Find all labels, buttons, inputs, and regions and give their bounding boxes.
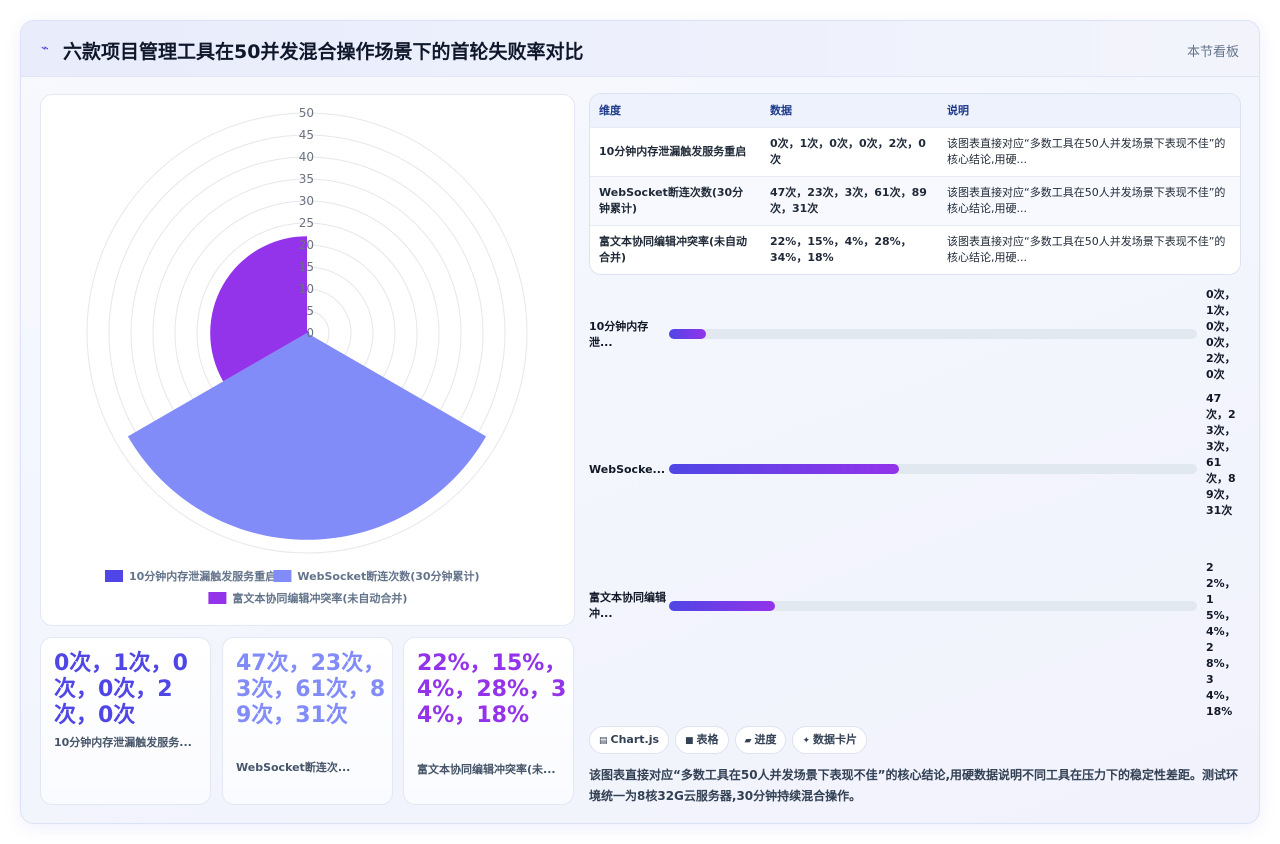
stat-label: 10分钟内存泄漏触发服务... xyxy=(54,736,192,749)
polar-segment xyxy=(127,333,487,540)
chip-label: Chart.js xyxy=(610,733,660,746)
chip-chartjs[interactable]: ▤ Chart.js xyxy=(589,726,670,754)
radial-tick-label: 0 xyxy=(306,326,314,340)
stat-label: 富文本协同编辑冲突率(未... xyxy=(417,763,556,776)
progress-label: 10分钟内存泄... xyxy=(589,320,649,349)
chip-data-card[interactable]: ✦ 数据卡片 xyxy=(792,726,868,754)
progress-fill xyxy=(669,329,706,339)
table-cell: 47次，23次，3次，61次，89次，31次 xyxy=(761,176,938,226)
progress-value: 47次，23次，3次，61次，89次，31次 xyxy=(1206,392,1236,517)
table-header-row: 维度 数据 说明 xyxy=(590,94,1240,128)
progress-value: 22%，15%，4%，28%，34%，18% xyxy=(1206,561,1236,718)
progress-track xyxy=(669,601,1197,611)
column-header: 维度 xyxy=(590,94,761,128)
chip-label: 数据卡片 xyxy=(813,733,858,746)
radial-tick-label: 30 xyxy=(299,194,314,208)
polar-chart-panel: 0 5 10 15 20 25 30 35 40 45 50 10分钟内存泄漏触发服务重启 WebSoc… xyxy=(40,94,575,626)
dashboard-card: ⌁ 六款项目管理工具在50并发混合操作场景下的首轮失败率对比 本节看板 0 5 10… xyxy=(20,20,1260,824)
card-icon: ✦ xyxy=(802,736,811,746)
chart-sparkle-icon: ⌁ xyxy=(41,41,49,56)
data-table: 维度 数据 说明 10分钟内存泄漏触发服务重启 0次，1次，0次，0次，2次，0… xyxy=(589,93,1241,275)
table-cell: 该图表直接对应“多数工具在50人并发场景下表现不佳”的核心结论,用硬... xyxy=(938,127,1240,177)
chart-icon: ▤ xyxy=(599,736,608,746)
legend-label: 10分钟内存泄漏触发服务重启 xyxy=(129,569,276,583)
table-row: 富文本协同编辑冲突率(未自动合并) 22%，15%，4%，28%，34%，18%… xyxy=(590,225,1240,274)
stat-card-memory-leak: 0次，1次，0次，0次，2次，0次 10分钟内存泄漏触发服务... xyxy=(40,637,211,805)
progress-track xyxy=(669,329,1197,339)
progress-value: 0次，1次，0次，0次，2次，0次 xyxy=(1206,288,1236,381)
chip-label: 进度 xyxy=(754,733,777,746)
polar-area-chart: 0 5 10 15 20 25 30 35 40 45 50 10分钟内存泄漏触发服务重启 WebSoc… xyxy=(86,106,528,605)
stat-card-richtext: 22%，15%，4%，28%，34%，18% 富文本协同编辑冲突率(未... xyxy=(403,637,574,805)
radial-tick-label: 15 xyxy=(299,260,314,274)
table-icon: ■ xyxy=(685,736,694,746)
table-cell: 10分钟内存泄漏触发服务重启 xyxy=(590,127,761,177)
radial-tick-label: 45 xyxy=(299,128,314,142)
table-row: WebSocket断连次数(30分钟累计) 47次，23次，3次，61次，89次… xyxy=(590,176,1240,226)
radial-tick-label: 5 xyxy=(306,304,314,318)
table-cell: 该图表直接对应“多数工具在50人并发场景下表现不佳”的核心结论,用硬... xyxy=(938,176,1240,226)
progress-track xyxy=(669,464,1197,474)
radial-tick-label: 20 xyxy=(299,238,314,252)
table-cell: 0次，1次，0次，0次，2次，0次 xyxy=(761,127,938,177)
radial-tick-label: 35 xyxy=(299,172,314,186)
page-title: 六款项目管理工具在50并发混合操作场景下的首轮失败率对比 xyxy=(63,41,584,63)
summary-note: 该图表直接对应“多数工具在50人并发场景下表现不佳”的核心结论,用硬数据说明不同… xyxy=(589,768,1239,803)
chip-table[interactable]: ■ 表格 xyxy=(675,726,729,754)
table-cell: WebSocket断连次数(30分钟累计) xyxy=(590,176,761,226)
card-header: ⌁ 六款项目管理工具在50并发混合操作场景下的首轮失败率对比 本节看板 xyxy=(21,21,1259,77)
table-row: 10分钟内存泄漏触发服务重启 0次，1次，0次，0次，2次，0次 该图表直接对应… xyxy=(590,127,1240,177)
legend-swatch xyxy=(105,570,123,582)
legend-label: WebSocket断连次数(30分钟累计) xyxy=(297,569,479,583)
progress-label: WebSocke... xyxy=(589,463,666,476)
radial-tick-label: 10 xyxy=(299,282,314,296)
progress-label: 富文本协同编辑冲... xyxy=(589,591,666,620)
table-cell: 富文本协同编辑冲突率(未自动合并) xyxy=(590,225,761,274)
stat-value: 0次，1次，0次，0次，2次，0次 xyxy=(54,651,188,728)
legend-swatch xyxy=(208,592,227,604)
chip-progress[interactable]: ▰ 进度 xyxy=(734,726,787,754)
stat-value: 22%，15%，4%，28%，34%，18% xyxy=(417,651,567,728)
stat-label: WebSocket断连次... xyxy=(236,761,351,774)
radial-tick-label: 50 xyxy=(299,106,314,120)
progress-fill xyxy=(669,601,775,611)
radial-tick-label: 25 xyxy=(299,216,314,230)
table-cell: 该图表直接对应“多数工具在50人并发场景下表现不佳”的核心结论,用硬... xyxy=(938,225,1240,274)
stat-card-websocket: 47次，23次，3次，61次，89次，31次 WebSocket断连次... xyxy=(222,637,393,805)
legend-swatch xyxy=(273,570,292,582)
progress-icon: ▰ xyxy=(744,736,752,746)
legend-label: 富文本协同编辑冲突率(未自动合并) xyxy=(232,591,407,605)
progress-fill xyxy=(669,464,899,474)
column-header: 数据 xyxy=(761,94,938,128)
chip-label: 表格 xyxy=(696,733,719,746)
section-board-link[interactable]: 本节看板 xyxy=(1187,41,1239,60)
radial-tick-label: 40 xyxy=(299,150,314,164)
table-cell: 22%，15%，4%，28%，34%，18% xyxy=(761,225,938,274)
column-header: 说明 xyxy=(938,94,1240,128)
stat-value: 47次，23次，3次，61次，89次，31次 xyxy=(236,651,386,728)
tag-chips: ▤ Chart.js ■ 表格 ▰ 进度 ✦ 数据卡片 xyxy=(589,726,873,754)
